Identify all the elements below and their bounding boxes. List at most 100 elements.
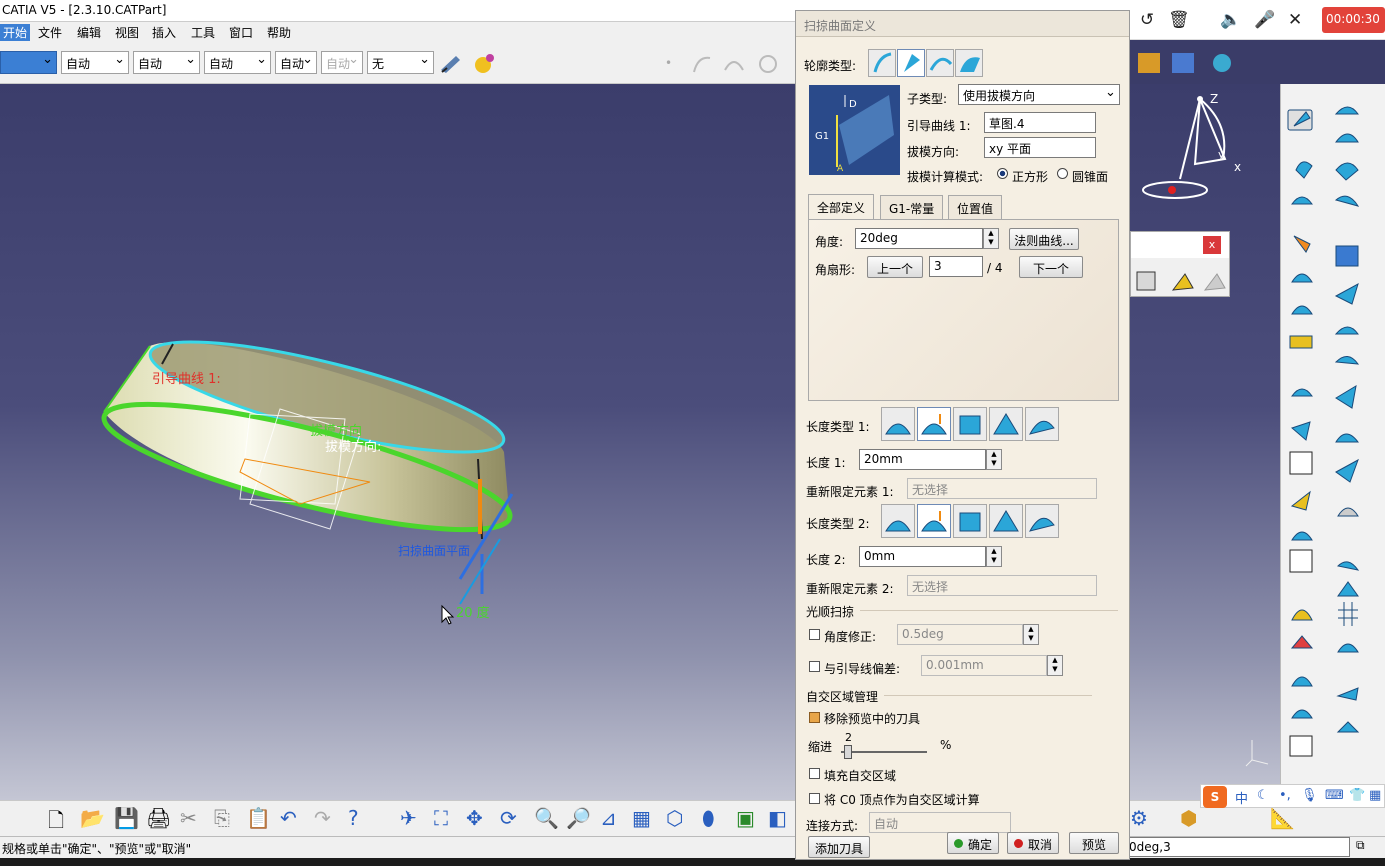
top-right-tool-icons[interactable]	[1134, 47, 1244, 81]
painter-icon[interactable]	[438, 50, 464, 76]
menu-tools[interactable]: 工具	[191, 24, 215, 41]
profile-circle-icon[interactable]	[926, 49, 954, 77]
material-sphere-icon[interactable]	[472, 50, 498, 76]
cut-icon[interactable]: ✂	[180, 806, 204, 830]
punctuation-icon[interactable]: •,	[1279, 788, 1291, 803]
length-type-1-extremum-icon[interactable]	[989, 407, 1023, 441]
length-type-2-along-icon[interactable]	[1025, 504, 1059, 538]
bottom-tool-icon-3[interactable]: 📐	[1270, 806, 1295, 830]
whats-this-icon[interactable]: ?	[348, 806, 372, 830]
angle-correction-spinner[interactable]: ▲ ▼	[1023, 624, 1039, 645]
preview-button[interactable]: 预览	[1069, 832, 1119, 854]
length-type-2-extremum-icon[interactable]	[989, 504, 1023, 538]
normal-view-icon[interactable]: ⊿	[600, 806, 624, 830]
skin-icon[interactable]: 👕	[1349, 788, 1365, 803]
subtype-select[interactable]: 使用拔模方向	[958, 84, 1120, 105]
length-2-input[interactable]: 0mm	[859, 546, 986, 567]
mode-square-radio[interactable]	[997, 168, 1008, 179]
length-type-1-from-curve-icon[interactable]	[917, 407, 951, 441]
menu-file[interactable]: 文件	[38, 24, 62, 41]
length-2-spinner[interactable]: ▲ ▼	[986, 546, 1002, 567]
fill-checkbox[interactable]	[809, 768, 820, 779]
ime-chinese-toggle[interactable]: 中	[1235, 788, 1248, 807]
profile-line-icon[interactable]	[897, 49, 925, 77]
angle-correction-input[interactable]: 0.5deg	[897, 624, 1023, 645]
hide-show-icon[interactable]: ▣	[736, 806, 760, 830]
profile-explicit-icon[interactable]	[868, 49, 896, 77]
add-tool-button[interactable]: 添加刀具	[808, 836, 870, 858]
angle-manipulator-label[interactable]: 20 度	[456, 602, 490, 621]
thickness-combo[interactable]: 自动	[133, 51, 200, 74]
bottom-tool-icon-2[interactable]: ⬢	[1180, 806, 1204, 830]
grid-menu-icon[interactable]: ▦	[1369, 788, 1381, 803]
next-button[interactable]: 下一个	[1019, 256, 1083, 278]
rotate-icon[interactable]: ⟳	[500, 806, 524, 830]
length-type-1-along-icon[interactable]	[1025, 407, 1059, 441]
connect-select[interactable]: 自动	[869, 812, 1011, 833]
mode-cone-radio[interactable]	[1057, 168, 1068, 179]
angle-spinner[interactable]: ▲ ▼	[983, 228, 999, 249]
zoom-out-icon[interactable]: 🔎	[566, 806, 591, 830]
tab-location-values[interactable]: 位置值	[948, 195, 1003, 219]
relimit-2-field[interactable]: 无选择	[907, 575, 1097, 596]
iso-view-icon[interactable]: ⬡	[666, 806, 690, 830]
layer-none-combo[interactable]: 无	[367, 51, 434, 74]
law-curve-button[interactable]: 法则曲线...	[1009, 228, 1079, 250]
undo-icon[interactable]: ↺	[1140, 10, 1154, 30]
menu-edit[interactable]: 编辑	[77, 24, 101, 41]
indent-slider-track[interactable]	[841, 751, 927, 753]
guide-curve-field[interactable]: 草图.4	[984, 112, 1096, 133]
zoom-in-icon[interactable]: 🔍	[534, 806, 559, 830]
floating-tool-icons[interactable]	[1133, 268, 1229, 296]
length-type-2-inner-icon[interactable]	[953, 504, 987, 538]
previous-button[interactable]: 上一个	[867, 256, 923, 278]
microphone-icon[interactable]: 🎤	[1254, 10, 1275, 30]
sector-input[interactable]: 3	[929, 256, 983, 277]
deviation-spinner[interactable]: ▲ ▼	[1047, 655, 1063, 676]
close-icon[interactable]: ✕	[1288, 10, 1302, 30]
remove-tools-checkbox[interactable]	[809, 712, 820, 723]
tab-g1-constant[interactable]: G1-常量	[880, 195, 944, 219]
deviation-checkbox[interactable]	[809, 661, 820, 672]
color-combo[interactable]	[0, 51, 57, 74]
close-icon[interactable]: x	[1203, 236, 1221, 254]
angle-correction-checkbox[interactable]	[809, 629, 820, 640]
tab-full-definition[interactable]: 全部定义	[808, 194, 875, 220]
command-button-icon[interactable]: ⧉	[1356, 838, 1365, 853]
paste-icon[interactable]: 📋	[246, 806, 271, 830]
copy-icon[interactable]: ⎘	[214, 806, 238, 830]
menu-window[interactable]: 窗口	[229, 24, 253, 41]
length-1-input[interactable]: 20mm	[859, 449, 986, 470]
profile-conic-icon[interactable]	[955, 49, 983, 77]
cancel-button[interactable]: 取消	[1007, 832, 1059, 854]
length-1-spinner[interactable]: ▲ ▼	[986, 449, 1002, 470]
swap-space-icon[interactable]: ◧	[768, 806, 792, 830]
shading-icon[interactable]: ⬮	[702, 806, 726, 830]
ok-button[interactable]: 确定	[947, 832, 999, 854]
moon-icon[interactable]: ☾	[1257, 788, 1269, 803]
menu-insert[interactable]: 插入	[152, 24, 176, 41]
undo-icon[interactable]: ↶	[280, 806, 304, 830]
fly-mode-icon[interactable]: ✈	[400, 806, 424, 830]
bottom-tool-icon-1[interactable]: ⚙	[1130, 806, 1154, 830]
save-icon[interactable]: 💾	[114, 806, 139, 830]
redo-icon[interactable]: ↷	[314, 806, 338, 830]
render-combo[interactable]: 自动	[321, 51, 363, 74]
open-folder-icon[interactable]: 📂	[80, 806, 105, 830]
length-type-2-from-curve-icon[interactable]	[917, 504, 951, 538]
relimit-1-field[interactable]: 无选择	[907, 478, 1097, 499]
length-type-2-standard-icon[interactable]	[881, 504, 915, 538]
pan-icon[interactable]: ✥	[466, 806, 490, 830]
point-style-combo[interactable]: 自动	[204, 51, 271, 74]
right-toolbar-icons[interactable]	[1286, 96, 1385, 766]
menu-help[interactable]: 帮助	[267, 24, 291, 41]
length-type-1-inner-icon[interactable]	[953, 407, 987, 441]
command-input[interactable]: 0deg,3	[1124, 837, 1350, 857]
new-file-icon[interactable]: 🗋	[48, 806, 72, 832]
keyboard-icon[interactable]: ⌨	[1325, 788, 1344, 803]
angle-input[interactable]: 20deg	[855, 228, 983, 249]
trash-icon[interactable]: 🗑	[1168, 10, 1190, 30]
c0-vertex-checkbox[interactable]	[809, 793, 820, 804]
print-icon[interactable]: 🖨	[146, 806, 171, 830]
length-type-1-standard-icon[interactable]	[881, 407, 915, 441]
